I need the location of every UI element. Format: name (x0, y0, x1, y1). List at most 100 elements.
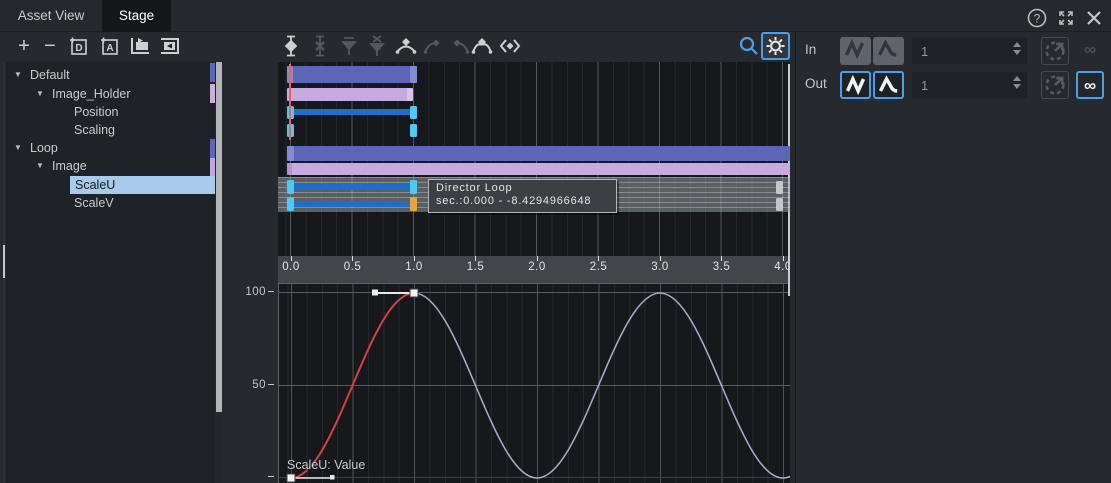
time-ruler[interactable]: 0.0 0.5 1.0 1.5 2.0 2.5 3.0 3.5 4.0 (278, 256, 790, 283)
bar-scaleu[interactable] (290, 184, 414, 190)
keyframe-cap-orange[interactable] (410, 197, 417, 211)
in-spinner[interactable] (1013, 42, 1022, 55)
remove-track-button[interactable]: − (38, 34, 62, 58)
bar-position[interactable] (290, 109, 414, 115)
in-repeat-count-input[interactable] (912, 38, 1027, 64)
spinner-down-icon[interactable] (1013, 50, 1021, 55)
curve-y-tick-100: 100 (236, 286, 266, 298)
ruler-tick-label: 4.0 (763, 261, 790, 273)
tooltip-detail: sec.:0.000 - -8.4294966648 (436, 195, 609, 207)
curve-smooth-icon[interactable] (394, 34, 418, 58)
expand-arrow-icon[interactable]: ▼ (12, 139, 24, 157)
keyframe-cap[interactable] (287, 180, 294, 194)
bar-cap[interactable] (410, 66, 417, 83)
curve-ease-out-icon[interactable] (448, 34, 472, 58)
delete-key-icon[interactable] (308, 34, 332, 58)
curve-y-tick-dash (268, 476, 274, 477)
out-repeat-count-field[interactable] (912, 72, 1027, 98)
out-extrapolate-curve-button[interactable] (873, 71, 904, 99)
expand-arrow-icon[interactable]: ▼ (34, 85, 46, 103)
tree-item-image-holder[interactable]: ▼ Image_Holder (6, 85, 215, 103)
close-icon[interactable] (1083, 7, 1105, 29)
out-extrapolate-linear-button[interactable] (840, 71, 871, 99)
expand-arrow-icon[interactable]: ▼ (12, 66, 24, 84)
out-repeat-count-input[interactable] (912, 72, 1027, 98)
settings-gear-button[interactable] (761, 32, 790, 60)
tree-item-default[interactable]: ▼ Default (6, 66, 215, 84)
ruler-tick-label: 3.5 (702, 261, 742, 273)
dopesheet-panel[interactable]: Director Loop sec.:0.000 - -8.4294966648 (278, 62, 790, 256)
add-director-button[interactable]: D (66, 34, 90, 58)
tab-asset-view[interactable]: Asset View (0, 0, 102, 32)
in-extrapolate-curve-button[interactable] (873, 37, 904, 65)
tree-item-position[interactable]: Position (6, 103, 215, 121)
out-spinner[interactable] (1013, 76, 1022, 89)
maximize-icon[interactable] (1055, 7, 1077, 29)
svg-text:?: ? (1034, 12, 1041, 26)
tree-item-label: Image (52, 159, 87, 173)
insert-key-icon[interactable] (279, 34, 303, 58)
tab-stage[interactable]: Stage (102, 0, 171, 32)
keyframe-cap[interactable] (410, 106, 417, 119)
delete-filtered-keys-icon[interactable] (365, 34, 389, 58)
bar-scalev[interactable] (290, 201, 414, 207)
search-icon[interactable] (737, 34, 761, 58)
keyframe-cap[interactable] (410, 124, 417, 137)
tree-scrollbar-thumb[interactable] (216, 62, 222, 412)
curve-editor-panel[interactable]: ScaleU: Value (278, 283, 790, 483)
expand-arrow-icon[interactable]: ▼ (34, 157, 46, 175)
keyframe-cap-end[interactable] (776, 181, 783, 194)
ruler-tick-label: 0.0 (278, 261, 311, 273)
bar-loop[interactable] (287, 146, 790, 161)
curve-ease-in-icon[interactable] (421, 34, 445, 58)
bar-default[interactable] (287, 66, 417, 83)
stage-window: Asset View Stage ? + − D A (0, 0, 1111, 483)
help-icon[interactable]: ? (1026, 7, 1048, 29)
remove-bar-button[interactable] (158, 34, 182, 58)
ruler-tick-label: 3.0 (640, 261, 680, 273)
spinner-down-icon[interactable] (1013, 84, 1021, 89)
keyframe-cap[interactable] (287, 197, 294, 211)
key-range-icon[interactable] (498, 34, 522, 58)
tangent-handle-knob (330, 475, 335, 480)
spinner-up-icon[interactable] (1013, 42, 1021, 47)
tree-item-loop[interactable]: ▼ Loop (6, 139, 215, 157)
tree-item-label: ScaleV (74, 196, 114, 210)
out-cycle-button[interactable] (1041, 71, 1069, 99)
tree-item-scalev[interactable]: ScaleV (6, 194, 215, 212)
curve-ease-both-icon[interactable] (470, 34, 494, 58)
tree-item-label: Position (74, 105, 118, 119)
add-actor-button[interactable]: A (97, 34, 121, 58)
bar-cap[interactable] (287, 163, 292, 175)
tree-item-scaling[interactable]: Scaling (6, 121, 215, 139)
out-infinity-button[interactable]: ∞ (1076, 71, 1104, 99)
curve-y-tick-dash (268, 384, 274, 385)
tooltip: Director Loop sec.:0.000 - -8.4294966648 (428, 179, 617, 213)
tree-item-label: Image_Holder (52, 87, 131, 101)
tree-item-label: Loop (30, 141, 58, 155)
curve-label: ScaleU: Value (287, 458, 365, 472)
ruler-tick-label: 1.5 (456, 261, 496, 273)
playhead[interactable] (289, 64, 291, 140)
keyframe-point (410, 289, 418, 297)
spinner-up-icon[interactable] (1013, 76, 1021, 81)
tree-item-image[interactable]: ▼ Image (6, 157, 215, 175)
in-cycle-button[interactable] (1041, 37, 1069, 65)
bar-cap[interactable] (287, 146, 294, 161)
in-repeat-count-field[interactable] (912, 38, 1027, 64)
add-track-button[interactable]: + (12, 34, 36, 58)
insert-bar-button[interactable] (128, 34, 152, 58)
left-scrollbar-thumb[interactable] (3, 245, 5, 278)
bar-cap[interactable] (407, 88, 413, 101)
keyframe-cap[interactable] (410, 180, 417, 194)
bar-image[interactable] (287, 163, 790, 175)
ruler-tick-label: 1.0 (394, 261, 434, 273)
in-infinity-button[interactable]: ∞ (1076, 37, 1104, 65)
in-extrapolate-linear-button[interactable] (840, 37, 871, 65)
key-filter-icon[interactable] (337, 34, 361, 58)
infinity-icon: ∞ (1078, 73, 1102, 99)
tree-item-scaleu-selected[interactable]: ScaleU (70, 176, 216, 194)
keyframe-cap-end[interactable] (776, 198, 783, 211)
bar-image-holder[interactable] (287, 88, 413, 101)
curve-extrapolated (414, 293, 790, 478)
